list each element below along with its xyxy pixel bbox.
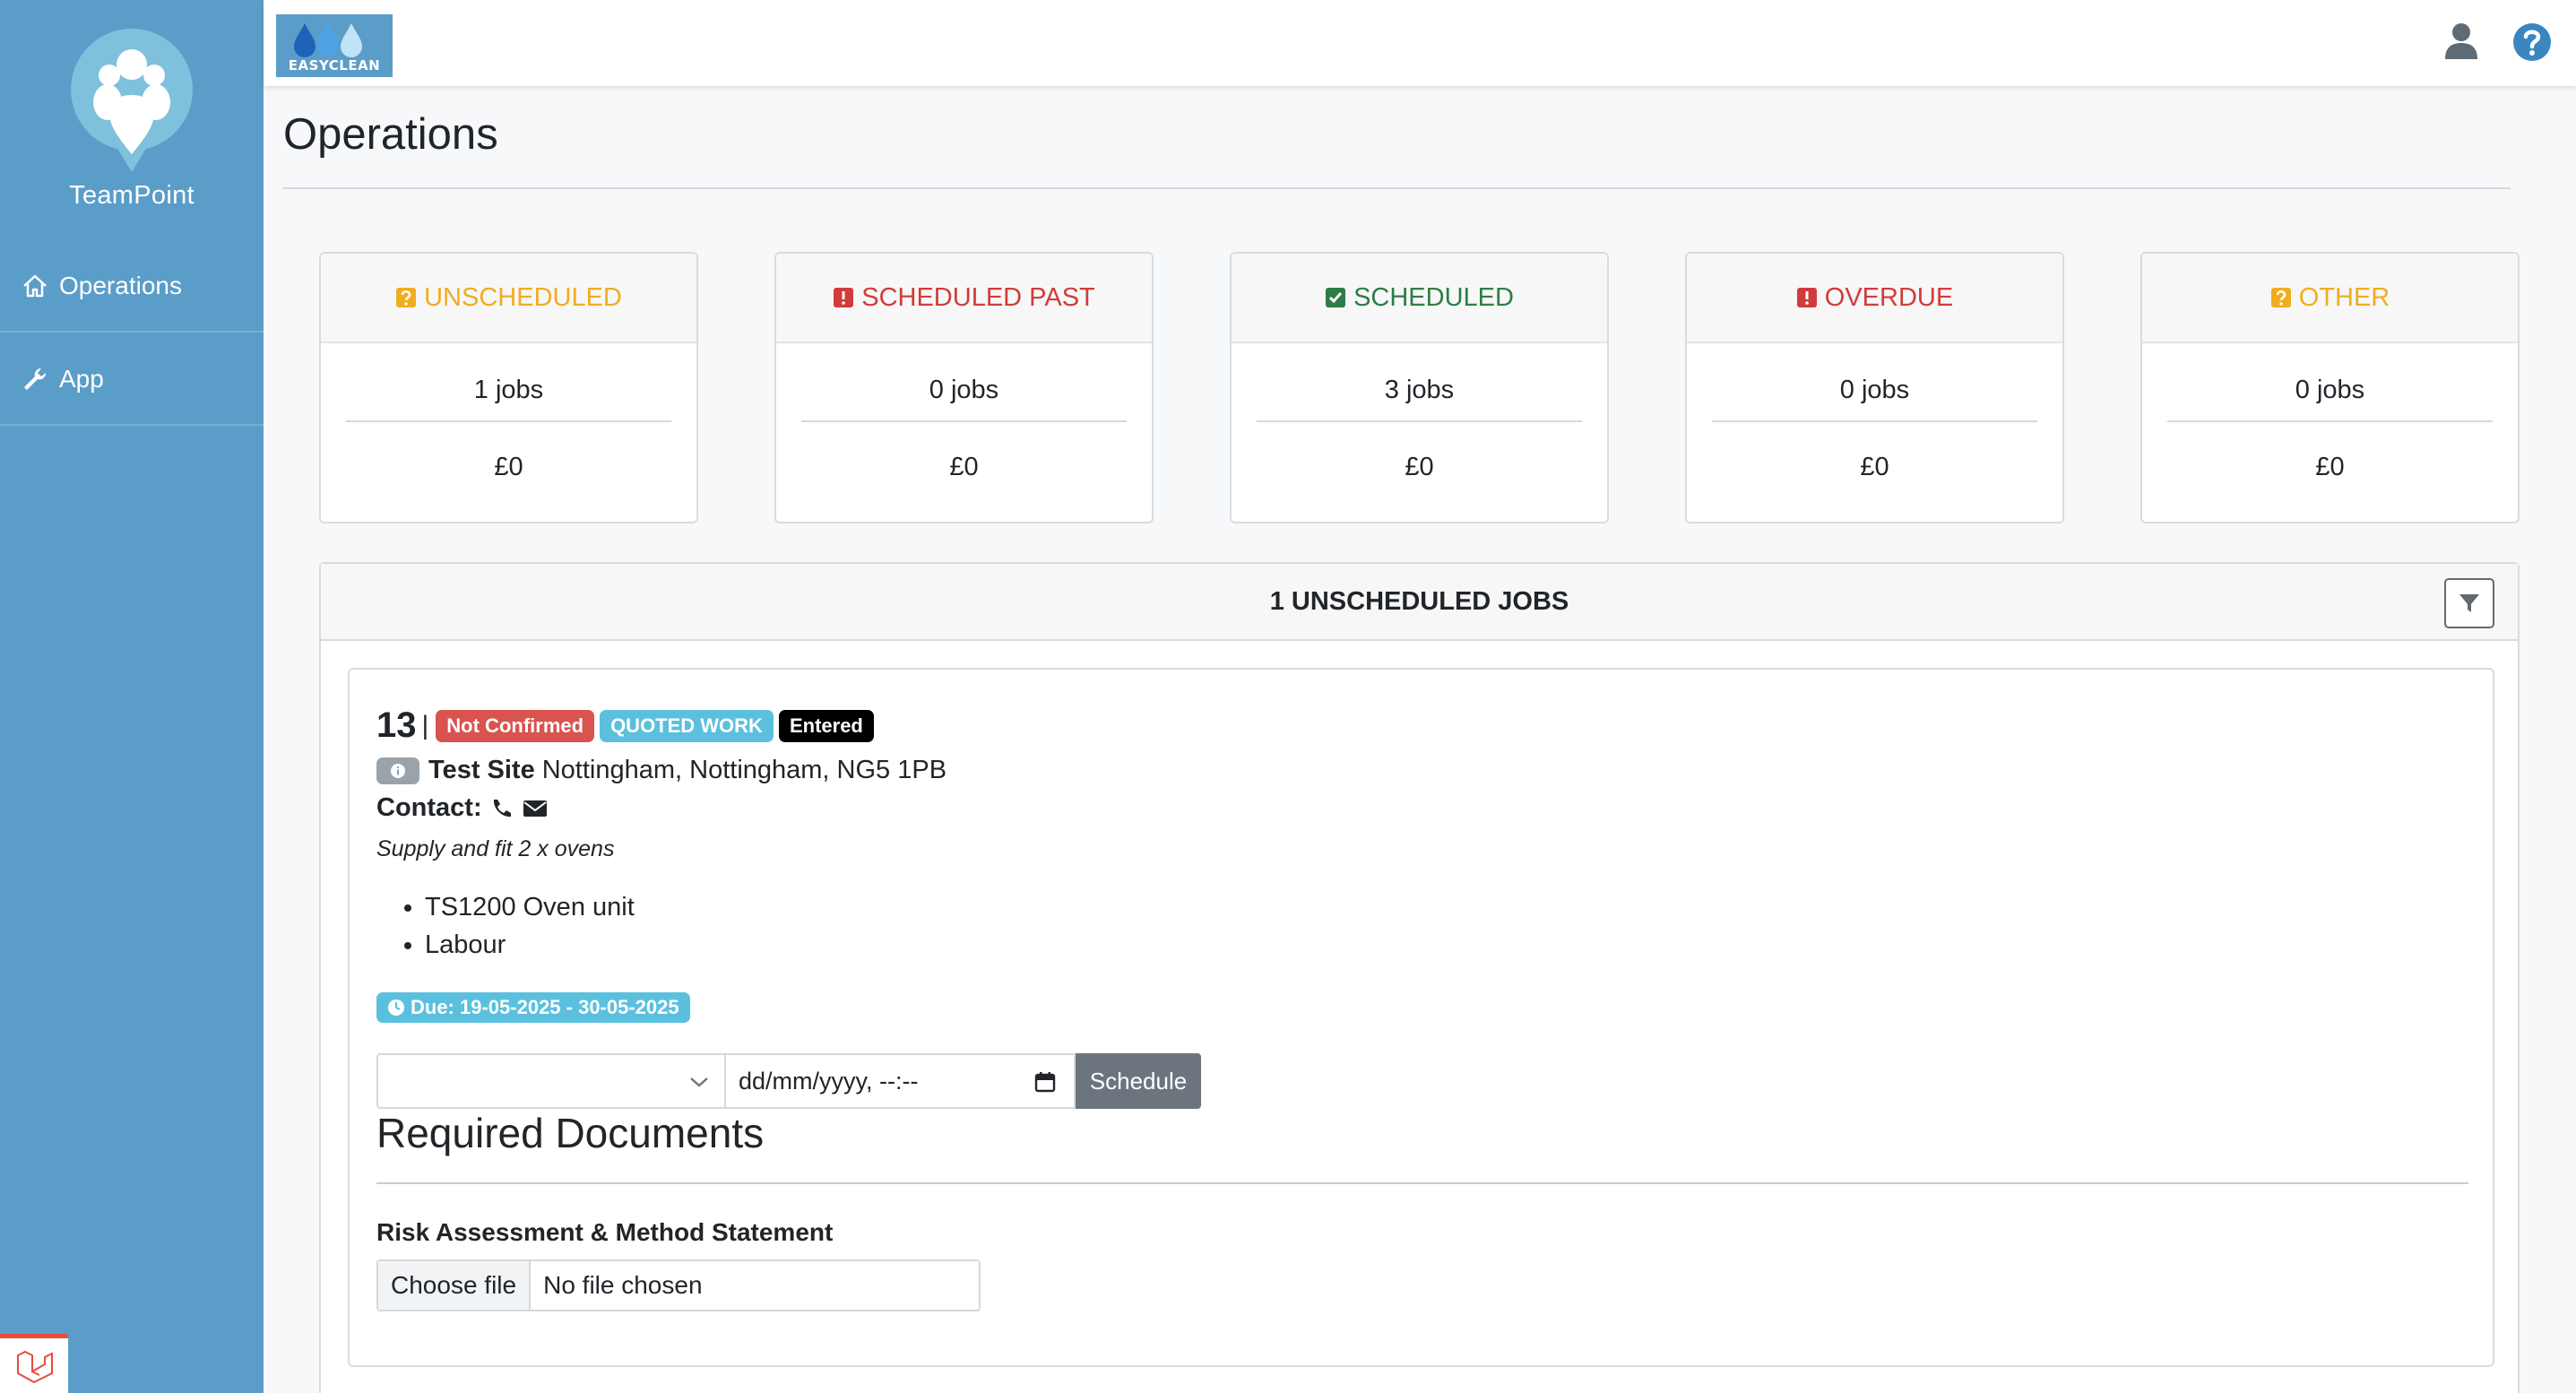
job-header: 13 | Not Confirmed QUOTED WORK Entered — [376, 705, 879, 746]
water-drops-icon — [294, 22, 362, 57]
job-site: Test Site Nottingham, Nottingham, NG5 1P… — [376, 756, 947, 785]
sidebar-item-operations[interactable]: Operations — [0, 240, 264, 333]
list-item: TS1200 Oven unit — [425, 888, 635, 926]
sidebar-item-label: Operations — [59, 271, 182, 299]
envelope-icon[interactable] — [522, 798, 549, 819]
card-header: UNSCHEDULED — [321, 254, 696, 343]
card-label: OTHER — [2298, 282, 2390, 312]
easyclean-logo[interactable]: EASYCLEAN — [276, 14, 393, 77]
job-description: Supply and fit 2 x ovens — [376, 836, 615, 861]
card-divider — [1257, 420, 1582, 422]
job-items-list: TS1200 Oven unit Labour — [425, 888, 635, 964]
contact-label: Contact: — [376, 793, 482, 822]
site-address: Nottingham, Nottingham, NG5 1PB — [541, 756, 947, 784]
card-header: OVERDUE — [1687, 254, 2062, 343]
job-number[interactable]: 13 — [376, 705, 417, 746]
file-input[interactable]: Choose file No file chosen — [376, 1259, 981, 1311]
due-text: Due: 19-05-2025 - 30-05-2025 — [411, 996, 679, 1018]
sidebar-item-label: App — [59, 364, 104, 393]
check-icon — [1326, 288, 1346, 307]
card-jobs: 1 jobs — [473, 376, 544, 404]
brand[interactable]: TeamPoint — [0, 20, 264, 211]
stage-badge: Entered — [778, 709, 874, 742]
schedule-row: dd/mm/yyyy, --:-- Schedule — [376, 1053, 1201, 1109]
card-header: SCHEDULED PAST — [776, 254, 1152, 343]
card-header: OTHER — [2142, 254, 2518, 343]
info-icon — [391, 763, 405, 778]
user-icon[interactable] — [2443, 22, 2479, 61]
due-badge: Due: 19-05-2025 - 30-05-2025 — [376, 992, 690, 1023]
card-divider — [801, 420, 1127, 422]
datetime-input[interactable]: dd/mm/yyyy, --:-- — [726, 1053, 1076, 1109]
laravel-icon — [17, 1350, 53, 1383]
list-item: Labour — [425, 926, 635, 964]
help-icon[interactable] — [2511, 22, 2553, 63]
card-value: £0 — [2315, 453, 2345, 481]
card-jobs: 0 jobs — [1839, 376, 1910, 404]
card-divider — [2167, 420, 2493, 422]
card-label: OVERDUE — [1824, 282, 1954, 312]
status-badge: Not Confirmed — [436, 709, 595, 742]
card-label: SCHEDULED — [1353, 282, 1514, 312]
card-jobs: 0 jobs — [2295, 376, 2365, 404]
site-name: Test Site — [428, 756, 535, 784]
filter-icon — [2459, 594, 2479, 612]
wrench-icon — [24, 368, 47, 390]
question-icon — [396, 288, 417, 307]
home-icon — [23, 274, 47, 297]
chevron-down-icon — [690, 1077, 708, 1087]
card-jobs: 0 jobs — [929, 376, 999, 404]
card-overdue[interactable]: OVERDUE 0 jobs £0 — [1685, 252, 2064, 523]
exclamation-icon — [834, 288, 854, 307]
schedule-button[interactable]: Schedule — [1076, 1053, 1201, 1109]
card-unscheduled[interactable]: UNSCHEDULED 1 jobs £0 — [319, 252, 698, 523]
calendar-icon[interactable] — [1034, 1071, 1056, 1093]
panel-title: 1 UNSCHEDULED JOBS — [1269, 586, 1569, 616]
card-value: £0 — [1405, 453, 1434, 481]
question-icon — [2270, 288, 2291, 307]
phone-icon[interactable] — [489, 796, 514, 821]
file-status: No file chosen — [543, 1271, 703, 1299]
card-value: £0 — [949, 453, 979, 481]
info-button[interactable] — [376, 757, 419, 784]
card-value: £0 — [1860, 453, 1889, 481]
logo-text: EASYCLEAN — [288, 57, 381, 74]
panel-header: 1 UNSCHEDULED JOBS — [321, 564, 2518, 641]
type-badge: QUOTED WORK — [600, 709, 774, 742]
framework-icon[interactable] — [0, 1334, 68, 1393]
card-divider — [1712, 420, 2037, 422]
card-label: SCHEDULED PAST — [861, 282, 1095, 312]
card-label: UNSCHEDULED — [424, 282, 622, 312]
required-documents-title: Required Documents — [376, 1110, 765, 1156]
assignee-select[interactable] — [376, 1053, 726, 1109]
required-documents-divider — [376, 1182, 2468, 1184]
brand-name: TeamPoint — [69, 181, 194, 210]
clock-icon — [388, 999, 404, 1016]
exclamation-icon — [1796, 288, 1817, 307]
choose-file-button[interactable]: Choose file — [378, 1261, 532, 1310]
page-title: Operations — [283, 110, 498, 159]
filter-button[interactable] — [2444, 578, 2494, 628]
unscheduled-jobs-panel: 1 UNSCHEDULED JOBS 13 | Not Confirmed QU… — [319, 562, 2520, 1393]
top-bar: EASYCLEAN — [264, 0, 2576, 86]
job-card: 13 | Not Confirmed QUOTED WORK Entered T… — [348, 668, 2494, 1367]
document-label: Risk Assessment & Method Statement — [376, 1218, 834, 1246]
job-contact: Contact: — [376, 793, 549, 823]
job-separator: | — [421, 710, 429, 740]
card-divider — [346, 420, 671, 422]
title-divider — [283, 187, 2511, 189]
teampoint-logo-icon — [71, 29, 193, 172]
card-scheduled-past[interactable]: SCHEDULED PAST 0 jobs £0 — [774, 252, 1154, 523]
card-scheduled[interactable]: SCHEDULED 3 jobs £0 — [1230, 252, 1609, 523]
sidebar-item-app[interactable]: App — [0, 333, 264, 426]
card-other[interactable]: OTHER 0 jobs £0 — [2140, 252, 2520, 523]
sidebar: TeamPoint Operations App — [0, 0, 264, 1393]
card-header: SCHEDULED — [1232, 254, 1607, 343]
card-value: £0 — [494, 453, 523, 481]
card-jobs: 3 jobs — [1384, 376, 1455, 404]
datetime-placeholder: dd/mm/yyyy, --:-- — [739, 1067, 919, 1094]
